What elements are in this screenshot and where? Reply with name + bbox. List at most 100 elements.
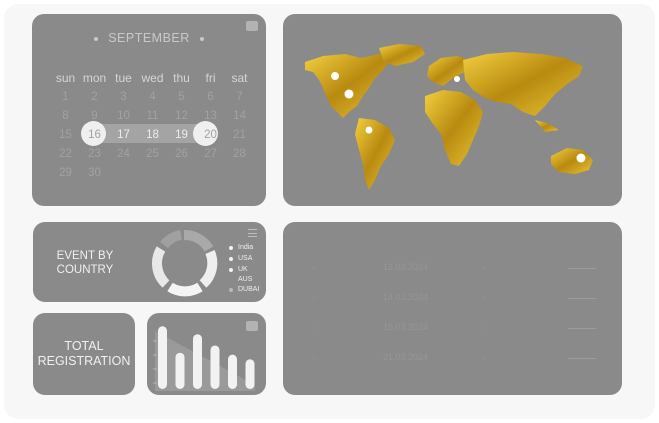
- registration-bar-chart-widget: [147, 313, 266, 395]
- day-cell[interactable]: 16: [80, 129, 109, 141]
- week-row: 15 16 17 18 19 20 21: [51, 125, 254, 144]
- day-cell[interactable]: 7: [225, 91, 254, 103]
- day-cell[interactable]: 11: [138, 110, 167, 122]
- legend-dot: [229, 256, 233, 261]
- day-cell[interactable]: 27: [196, 148, 225, 160]
- day-cell-selected[interactable]: 19: [167, 129, 196, 141]
- country-legend: India USA UK AUS DUBAI: [229, 242, 259, 295]
- marker-europe: [454, 76, 460, 82]
- weekday-label: thu: [173, 70, 190, 85]
- country-donut-chart: [152, 230, 218, 297]
- weekday-label: sun: [55, 70, 76, 85]
- day-cell[interactable]: 21: [225, 129, 254, 141]
- legend-label: USA: [238, 255, 253, 262]
- week-row: 1 2 3 4 5 6 7: [51, 87, 254, 106]
- week-row: 8 9 10 11 12 13 14: [51, 106, 254, 125]
- legend-label: AUS: [238, 276, 253, 283]
- day-cell[interactable]: 12: [167, 110, 196, 122]
- row-date: 15.03.2024: [383, 322, 429, 332]
- donut-segment-usa: [199, 250, 218, 288]
- table-row[interactable]: 21.03.2024: [283, 352, 622, 364]
- calendar-grid: sun mon tue wed thu fri sat 1 2 3 4 5 6 …: [51, 68, 254, 182]
- total-registration-widget: TOTAL REGISTRATION: [33, 313, 135, 395]
- legend-item: AUS: [229, 275, 259, 284]
- day-cell[interactable]: 4: [138, 91, 167, 103]
- next-month-icon[interactable]: [199, 36, 204, 41]
- day-cell[interactable]: 14: [225, 110, 254, 122]
- day-cell[interactable]: 20: [196, 129, 225, 141]
- legend-dot: [229, 278, 233, 282]
- day-cell[interactable]: 8: [51, 110, 80, 122]
- event-by-country-title: EVENT BY COUNTRY: [56, 250, 114, 276]
- bar[interactable]: [245, 359, 255, 389]
- day-cell[interactable]: 22: [51, 148, 80, 160]
- legend-label: DUBAI: [238, 286, 260, 293]
- legend-item: DUBAI: [229, 284, 259, 295]
- day-cell[interactable]: 24: [109, 148, 138, 160]
- legend-dot: [229, 287, 233, 292]
- donut-segment-aus: [152, 246, 170, 288]
- menu-icon[interactable]: [248, 229, 257, 240]
- row-value-placeholder: [568, 328, 596, 329]
- day-cell[interactable]: 26: [167, 148, 196, 160]
- donut-segment-uk: [167, 282, 203, 297]
- table-row[interactable]: 14.03.2024: [283, 292, 622, 304]
- prev-month-icon[interactable]: [94, 36, 99, 41]
- bar[interactable]: [193, 334, 202, 389]
- day-cell[interactable]: 10: [109, 110, 138, 122]
- chart-backdrop: [155, 331, 255, 391]
- bar[interactable]: [158, 326, 167, 389]
- day-cell[interactable]: 9: [80, 110, 109, 122]
- legend-label: India: [238, 244, 254, 251]
- day-cell[interactable]: 13: [196, 110, 225, 122]
- marker-australia: [576, 153, 586, 163]
- month-label: SEPTEMBER: [108, 31, 190, 45]
- table-row[interactable]: 12.03.2024: [283, 262, 622, 274]
- day-cell[interactable]: 25: [138, 148, 167, 160]
- row-value-placeholder: [568, 298, 596, 299]
- legend-label: UK: [238, 266, 248, 273]
- row-value-placeholder: [568, 358, 596, 359]
- day-cell[interactable]: 28: [225, 148, 254, 160]
- day-cell[interactable]: 1: [51, 91, 80, 103]
- table-row[interactable]: 15.03.2024: [283, 322, 622, 334]
- islands-shape: [535, 120, 559, 132]
- week-row: 29 30: [51, 163, 254, 182]
- calendar-widget: SEPTEMBER sun mon tue wed thu fri sat 1 …: [32, 14, 266, 206]
- bar[interactable]: [175, 352, 185, 389]
- donut-segment-dubai: [160, 230, 183, 249]
- day-cell[interactable]: 6: [196, 91, 225, 103]
- world-map: [305, 44, 593, 190]
- donut-segment-india: [183, 230, 214, 252]
- weekday-row: sun mon tue wed thu fri sat: [51, 68, 254, 87]
- legend-item: USA: [229, 253, 259, 264]
- legend-item: India: [229, 242, 259, 253]
- bar[interactable]: [228, 354, 237, 389]
- day-cell-selected[interactable]: 18: [138, 129, 167, 141]
- events-table-widget: 12.03.2024 14.03.2024 15.03.2024 21.03.2…: [283, 222, 622, 395]
- day-cell[interactable]: 29: [51, 167, 80, 179]
- day-cell[interactable]: 15: [51, 129, 80, 141]
- day-cell[interactable]: 30: [80, 167, 109, 179]
- legend-dot: [229, 267, 233, 272]
- day-cell[interactable]: 3: [109, 91, 138, 103]
- day-cell-selected[interactable]: 17: [109, 129, 138, 141]
- day-cell[interactable]: 5: [167, 91, 196, 103]
- calendar-header: SEPTEMBER: [32, 31, 266, 45]
- row-date: 12.03.2024: [383, 262, 429, 272]
- weekday-label: mon: [82, 70, 107, 85]
- day-cell[interactable]: 2: [80, 91, 109, 103]
- marker-usa-west: [331, 72, 339, 80]
- day-cell[interactable]: 23: [80, 148, 109, 160]
- africa-shape: [425, 90, 483, 166]
- weekday-label: tue: [115, 70, 132, 85]
- row-value-placeholder: [568, 268, 596, 269]
- marker-south-america: [365, 126, 373, 134]
- row-date: 21.03.2024: [383, 352, 429, 362]
- calendar-icon[interactable]: [246, 21, 258, 31]
- south-america-shape: [355, 118, 395, 190]
- legend-dot: [229, 245, 233, 250]
- bar[interactable]: [210, 345, 220, 389]
- asia-shape: [463, 52, 583, 116]
- europe-shape: [427, 56, 469, 86]
